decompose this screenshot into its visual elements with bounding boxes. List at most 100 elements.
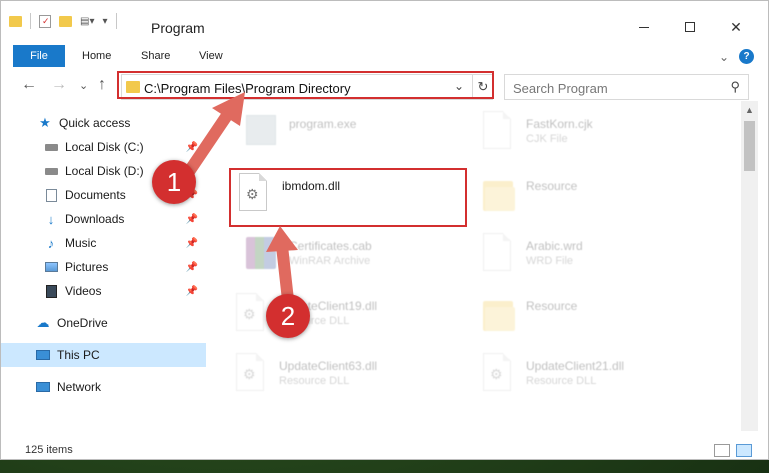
music-icon: ♪	[47, 235, 55, 251]
tab-share[interactable]: Share	[141, 50, 170, 62]
properties-icon[interactable]: ✓	[39, 14, 51, 28]
dll-file-icon: ⚙	[236, 293, 268, 333]
gear-icon: ⚙	[243, 366, 256, 382]
search-input[interactable]: Search Program ⚲	[504, 74, 749, 100]
file-name: Resource	[526, 179, 578, 193]
minimize-button[interactable]	[621, 13, 667, 41]
ribbon-controls: ⌄ ?	[719, 49, 754, 64]
computer-icon	[35, 348, 51, 362]
large-icons-view-icon[interactable]	[736, 444, 752, 457]
file-name: Certificates.cab	[289, 239, 372, 253]
file-item[interactable]: Arabic.wrd WRD File	[478, 225, 708, 285]
sidebar-item-quick-access[interactable]: ★ Quick access	[1, 111, 206, 135]
star-icon: ★	[39, 115, 51, 130]
quick-access-toolbar: ✓ ▤▾ ▾	[9, 13, 117, 29]
search-icon: ⚲	[730, 79, 740, 94]
file-item[interactable]: program.exe	[241, 103, 471, 163]
help-icon[interactable]: ?	[739, 49, 754, 64]
scroll-thumb[interactable]	[744, 121, 755, 171]
sidebar-item-downloads[interactable]: ↓ Downloads 📌	[1, 207, 206, 231]
customize-toolbar-icon[interactable]: ▤▾	[80, 16, 94, 27]
sidebar-item-label: Music	[65, 236, 97, 250]
maximize-button[interactable]	[667, 13, 713, 41]
file-type: WinRAR Archive	[289, 255, 371, 267]
folder-icon	[9, 15, 22, 27]
pin-icon[interactable]: 📌	[186, 142, 198, 153]
scroll-up-icon[interactable]: ▲	[741, 103, 758, 117]
pin-icon[interactable]: 📌	[186, 262, 198, 273]
maximize-icon	[685, 22, 695, 32]
toolbar-divider	[115, 13, 117, 29]
item-count: 125 items	[25, 444, 73, 456]
file-name: Arabic.wrd	[526, 239, 583, 253]
up-button[interactable]: ↑	[98, 76, 106, 94]
close-button[interactable]: ✕	[713, 13, 759, 41]
tab-file[interactable]: File	[13, 45, 65, 67]
back-button[interactable]: ←	[21, 76, 37, 94]
file-type: CJK File	[526, 133, 568, 145]
file-item[interactable]: Certificates.cab WinRAR Archive	[241, 225, 471, 285]
step-1-badge: 1	[152, 160, 196, 204]
sidebar-item-label: Downloads	[65, 212, 125, 226]
folder-item[interactable]: Resource	[478, 165, 708, 225]
sidebar-item-label: Local Disk (D:)	[65, 164, 144, 178]
sidebar-item-onedrive[interactable]: ☁ OneDrive	[1, 311, 206, 335]
sidebar-item-network[interactable]: Network	[1, 375, 206, 399]
step-2-badge: 2	[266, 294, 310, 338]
file-item[interactable]: ⚙ UpdateClient21.dll Resource DLL	[478, 345, 708, 405]
new-folder-icon[interactable]	[59, 15, 72, 27]
pin-icon[interactable]: 📌	[186, 238, 198, 249]
ribbon-tabs: File Home Share View ⌄ ?	[1, 41, 768, 71]
file-type: Resource DLL	[526, 375, 597, 387]
file-name: FastKorn.cjk	[526, 117, 593, 131]
sidebar-item-this-pc[interactable]: This PC	[1, 343, 206, 367]
forward-button[interactable]: →	[51, 76, 67, 94]
archive-icon	[246, 233, 278, 273]
toolbar-dropdown-icon[interactable]: ▾	[102, 16, 107, 27]
title-bar: ✓ ▤▾ ▾ Program ✕	[1, 1, 768, 41]
close-icon: ✕	[730, 18, 742, 35]
sidebar-item-pictures[interactable]: Pictures 📌	[1, 255, 206, 279]
expand-ribbon-icon[interactable]: ⌄	[719, 50, 729, 64]
downloads-icon: ↓	[47, 211, 55, 227]
minimize-icon	[639, 26, 649, 28]
vertical-scrollbar[interactable]: ▲	[741, 101, 758, 431]
toolbar-divider	[30, 13, 31, 29]
sidebar-item-label: Local Disk (C:)	[65, 140, 144, 154]
sidebar-item-music[interactable]: ♪ Music 📌	[1, 231, 206, 255]
tab-home[interactable]: Home	[82, 50, 111, 62]
file-item[interactable]: ⚙ UpdateClient63.dll Resource DLL	[231, 345, 461, 405]
sidebar-item-label: Network	[57, 380, 102, 394]
tab-view[interactable]: View	[199, 50, 223, 62]
status-bar: 125 items	[1, 439, 768, 461]
file-list: program.exe FastKorn.cjk CJK File ⚙ ibmd…	[206, 101, 741, 431]
sidebar-item-label: Documents	[65, 188, 126, 202]
sidebar-item-label: Quick access	[59, 116, 131, 130]
pictures-icon	[43, 260, 59, 274]
cloud-icon: ☁	[36, 315, 50, 330]
sidebar-item-local-disk-c[interactable]: Local Disk (C:) 📌	[1, 135, 206, 159]
sidebar-item-label: This PC	[57, 348, 100, 362]
document-icon	[483, 233, 515, 273]
file-name: Resource	[526, 299, 578, 313]
explorer-window: ✓ ▤▾ ▾ Program ✕ File Home Share View ⌄ …	[0, 0, 769, 460]
details-view-icon[interactable]	[714, 444, 730, 457]
file-item[interactable]: FastKorn.cjk CJK File	[478, 103, 708, 163]
executable-icon	[246, 111, 278, 151]
window-title: Program	[151, 20, 205, 36]
videos-icon	[43, 284, 59, 298]
pin-icon[interactable]: 📌	[186, 286, 198, 297]
folder-icon	[483, 293, 515, 333]
file-type: WRD File	[526, 255, 574, 267]
dll-file-icon: ⚙	[236, 353, 268, 393]
folder-item[interactable]: Resource	[478, 285, 708, 345]
gear-icon: ⚙	[243, 306, 256, 322]
sidebar-item-videos[interactable]: Videos 📌	[1, 279, 206, 303]
dll-file-icon: ⚙	[483, 353, 515, 393]
network-icon	[35, 380, 51, 394]
gear-icon: ⚙	[490, 366, 503, 382]
file-name: UpdateClient63.dll	[279, 359, 378, 373]
recent-locations-button[interactable]: ⌄	[79, 79, 88, 92]
pin-icon[interactable]: 📌	[186, 214, 198, 225]
folder-icon	[483, 173, 515, 213]
